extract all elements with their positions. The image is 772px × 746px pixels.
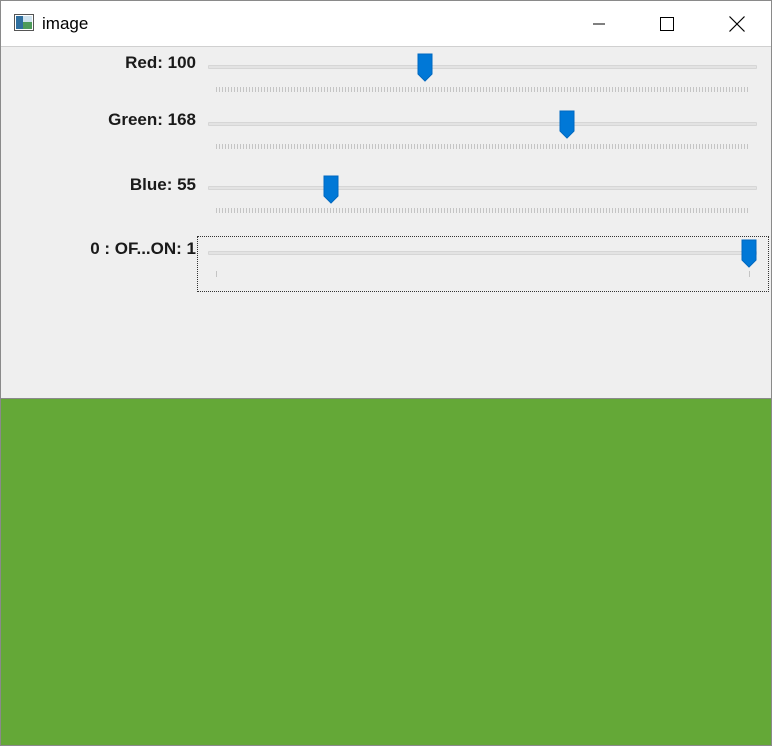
title-bar[interactable]: image: [1, 1, 771, 47]
trackbar-track-blue[interactable]: [208, 186, 757, 190]
trackbar-label-switch: 0 : OF...ON: 1: [90, 239, 196, 258]
trackbar-ticks-green: [216, 144, 750, 149]
trackbar-tick-max: [749, 271, 750, 277]
trackbar-track-switch[interactable]: [208, 251, 757, 255]
trackbar-label-blue: Blue: 55: [129, 175, 196, 194]
minimize-icon: [593, 23, 605, 24]
app-window: image Red: 100 Green: 168 Blue: 55 0: O…: [0, 0, 772, 746]
minimize-button[interactable]: [576, 1, 622, 46]
close-icon: [729, 15, 745, 32]
trackbar-thumb-red[interactable]: [417, 53, 433, 82]
image-window-icon: [14, 14, 34, 31]
maximize-button[interactable]: [644, 1, 690, 46]
trackbar-thumb-green[interactable]: [559, 110, 575, 139]
trackbar-label-green: Green: 168: [108, 110, 196, 129]
close-button[interactable]: [714, 1, 760, 46]
trackbar-track-green[interactable]: [208, 122, 757, 126]
trackbar-ticks-red: [216, 87, 750, 92]
window-title: image: [42, 14, 89, 33]
trackbar-label-red: Red: 100: [125, 53, 196, 72]
trackbar-track-red[interactable]: [208, 65, 757, 69]
trackbar-tick-min: [216, 271, 217, 277]
trackbar-switch: 0 : OF...ON: 1: [1, 234, 771, 290]
trackbar-panel: Red: 100 Green: 168 Blue: 55 0: OF...ON…: [1, 47, 771, 399]
trackbar-thumb-blue[interactable]: [323, 175, 339, 204]
maximize-icon: [660, 16, 674, 31]
trackbar-thumb-switch[interactable]: [741, 239, 757, 268]
trackbar-ticks-blue: [216, 208, 750, 213]
trackbar-green: Green: 168: [1, 105, 771, 161]
trackbar-blue: Blue: 55: [1, 169, 771, 225]
trackbar-red: Red: 100: [1, 47, 771, 103]
color-image-display: [1, 399, 771, 745]
